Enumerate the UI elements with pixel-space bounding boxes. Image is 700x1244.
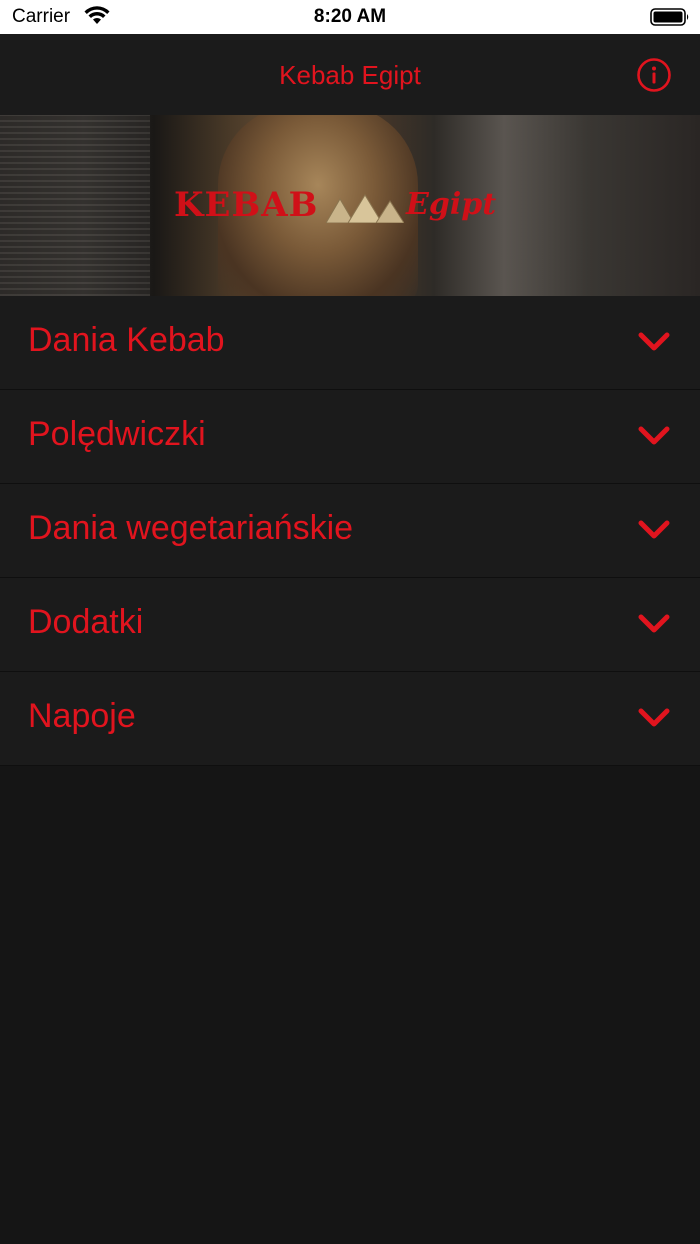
category-label: Dania wegetariańskie: [28, 509, 354, 547]
category-label: Dodatki: [28, 603, 144, 641]
battery-icon: [650, 8, 689, 26]
hero-grill-decoration: [0, 115, 150, 296]
category-row-dania-kebab[interactable]: Dania Kebab: [0, 296, 700, 390]
pyramids-icon: [326, 194, 404, 223]
logo-text-egipt: Egipt: [406, 187, 497, 222]
status-bar: Carrier 8:20 AM: [0, 0, 700, 34]
category-label: Dania Kebab: [28, 321, 225, 359]
category-row-poledwiczki[interactable]: Polędwiczki: [0, 390, 700, 484]
brand-logo: KEBAB Egipt: [174, 185, 534, 235]
category-label: Polędwiczki: [28, 415, 206, 453]
category-row-dodatki[interactable]: Dodatki: [0, 578, 700, 672]
page-title: Kebab Egipt: [279, 60, 421, 90]
navigation-bar: Kebab Egipt: [0, 34, 700, 115]
clock: 8:20 AM: [313, 6, 387, 27]
chevron-down-icon[interactable]: [638, 426, 670, 446]
chevron-down-icon[interactable]: [638, 708, 670, 728]
chevron-down-icon[interactable]: [638, 520, 670, 540]
category-row-dania-wegetarianskie[interactable]: Dania wegetariańskie: [0, 484, 700, 578]
category-label: Napoje: [28, 697, 136, 735]
info-icon[interactable]: [636, 57, 672, 93]
chevron-down-icon[interactable]: [638, 332, 670, 352]
chevron-down-icon[interactable]: [638, 614, 670, 634]
hero-banner: KEBAB Egipt: [0, 115, 700, 296]
category-list: Dania Kebab Polędwiczki Dania wegetariań…: [0, 296, 700, 766]
logo-text-kebab: KEBAB: [174, 185, 319, 225]
category-row-napoje[interactable]: Napoje: [0, 672, 700, 766]
